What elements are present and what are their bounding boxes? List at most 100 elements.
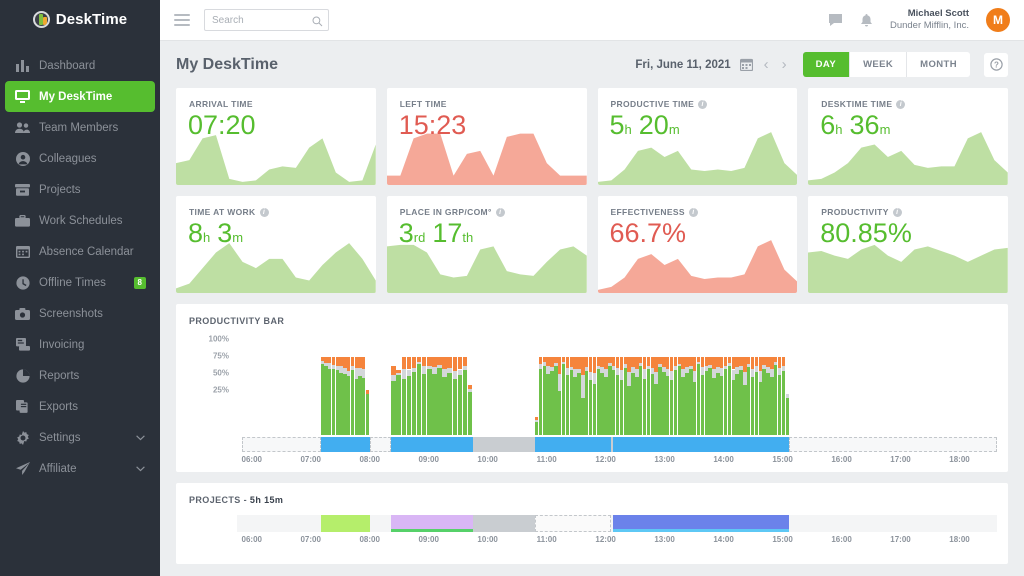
x-tick-label: 18:00	[949, 455, 969, 464]
project-segment-project[interactable]	[321, 515, 370, 532]
stat-value-2: 3	[217, 218, 232, 248]
stat-card-desktime-time[interactable]: DESKTIME TIMEi6h36m	[808, 88, 1008, 185]
camera-icon	[15, 306, 30, 321]
bar-segment	[782, 357, 785, 366]
bar-segment	[402, 379, 406, 435]
sidebar-item-offline-times[interactable]: Offline Times8	[5, 267, 155, 298]
productivity-bar[interactable]	[447, 357, 451, 435]
stat-value-row: 80.85%	[808, 217, 1008, 250]
bar-segment	[432, 367, 436, 374]
search-icon[interactable]	[312, 14, 323, 32]
chevron-right-icon[interactable]: ›	[780, 56, 789, 73]
stat-card-productivity[interactable]: PRODUCTIVITYi80.85%	[808, 196, 1008, 293]
productivity-bar[interactable]	[442, 357, 446, 435]
stat-card-place-in-grp-com[interactable]: PLACE IN GRP/COM°i3rd17th	[387, 196, 587, 293]
productivity-bar[interactable]	[427, 357, 431, 435]
timeline-segment-empty[interactable]	[370, 437, 392, 452]
info-icon[interactable]: i	[496, 208, 505, 217]
bar-segment	[447, 357, 451, 368]
stat-label: ARRIVAL TIME	[176, 88, 376, 109]
desktime-logo-icon	[33, 11, 50, 28]
project-segment-empty[interactable]	[242, 515, 321, 532]
timeline-segment-empty[interactable]	[242, 437, 321, 452]
timeline-segment-online[interactable]	[321, 437, 370, 452]
range-button-week[interactable]: WEEK	[850, 52, 907, 77]
user-info[interactable]: Michael Scott Dunder Mifflin, Inc.	[890, 8, 969, 32]
info-icon[interactable]: i	[698, 100, 707, 109]
project-segment-idle[interactable]	[473, 515, 535, 532]
stat-label: PRODUCTIVITYi	[808, 196, 1008, 217]
sidebar-item-screenshots[interactable]: Screenshots	[5, 298, 155, 329]
sidebar-item-projects[interactable]: Projects	[5, 174, 155, 205]
project-segment-empty[interactable]	[370, 515, 392, 532]
sidebar-item-my-desktime[interactable]: My DeskTime	[5, 81, 155, 112]
stat-card-time-at-work[interactable]: TIME AT WORKi8h3m	[176, 196, 376, 293]
stat-card-left-time[interactable]: LEFT TIME15:23	[387, 88, 587, 185]
productivity-bar[interactable]	[412, 357, 416, 435]
bar-segment	[396, 375, 400, 435]
sidebar-item-invoicing[interactable]: Invoicing	[5, 329, 155, 360]
range-button-day[interactable]: DAY	[803, 52, 850, 77]
project-segment-dashed[interactable]	[535, 515, 611, 532]
sidebar-item-exports[interactable]: Exports	[5, 391, 155, 422]
timeline-track[interactable]	[237, 437, 989, 452]
productivity-bar[interactable]	[417, 357, 421, 435]
timeline-segment-online[interactable]	[391, 437, 473, 452]
productivity-bar[interactable]	[786, 394, 789, 435]
sidebar-item-work-schedules[interactable]: Work Schedules	[5, 205, 155, 236]
project-segment-project[interactable]	[391, 515, 473, 532]
x-tick-label: 07:00	[300, 535, 320, 544]
productivity-bar[interactable]	[407, 357, 411, 435]
avatar[interactable]: M	[986, 8, 1010, 32]
bell-icon[interactable]	[860, 13, 873, 28]
x-tick-label: 13:00	[654, 455, 674, 464]
x-tick-label: 17:00	[890, 455, 910, 464]
search-input[interactable]	[204, 9, 329, 31]
sidebar-item-reports[interactable]: Reports	[5, 360, 155, 391]
stat-card-effectiveness[interactable]: EFFECTIVENESSi66.7%	[598, 196, 798, 293]
stat-card-productive-time[interactable]: PRODUCTIVE TIMEi5h20m	[598, 88, 798, 185]
info-icon[interactable]: i	[689, 208, 698, 217]
stat-value: 5	[610, 110, 625, 140]
range-button-month[interactable]: MONTH	[907, 52, 970, 77]
productivity-bar[interactable]	[463, 357, 467, 435]
x-tick-label: 13:00	[654, 535, 674, 544]
productivity-bar[interactable]	[396, 369, 400, 435]
productivity-bar[interactable]	[402, 357, 406, 435]
sidebar-item-label: Reports	[39, 370, 79, 382]
info-icon[interactable]: i	[893, 208, 902, 217]
productivity-bar[interactable]	[453, 357, 457, 435]
sidebar-badge: 8	[134, 277, 146, 289]
timeline-segment-empty[interactable]	[789, 437, 996, 452]
brand-logo-area[interactable]: DeskTime	[0, 0, 160, 41]
project-segment-project[interactable]	[613, 515, 789, 532]
project-segment-empty[interactable]	[789, 515, 996, 532]
question-mark-icon[interactable]: ?	[984, 53, 1008, 77]
stat-card-arrival-time[interactable]: ARRIVAL TIME07:20	[176, 88, 376, 185]
clock-icon	[15, 275, 30, 290]
sidebar-item-dashboard[interactable]: Dashboard	[5, 50, 155, 81]
productivity-bar[interactable]	[437, 357, 441, 435]
x-tick-label: 18:00	[949, 535, 969, 544]
sidebar-item-absence-calendar[interactable]: Absence Calendar	[5, 236, 155, 267]
productivity-bar[interactable]	[422, 357, 426, 435]
calendar-icon[interactable]	[740, 58, 753, 71]
productivity-bar[interactable]	[458, 357, 462, 435]
productivity-bar[interactable]	[468, 385, 472, 435]
projects-track[interactable]	[237, 515, 989, 532]
sidebar-item-affiliate[interactable]: Affiliate	[5, 453, 155, 484]
productivity-bar[interactable]	[432, 357, 436, 435]
hamburger-icon[interactable]	[174, 11, 190, 29]
info-icon[interactable]: i	[896, 100, 905, 109]
timeline-segment-online[interactable]	[613, 437, 789, 452]
timeline-segment-online[interactable]	[535, 437, 611, 452]
timeline-segment-idle[interactable]	[473, 437, 535, 452]
productivity-bar[interactable]	[366, 390, 369, 435]
chevron-left-icon[interactable]: ‹	[762, 56, 771, 73]
info-icon[interactable]: i	[260, 208, 269, 217]
chat-bubble-icon[interactable]	[828, 13, 843, 27]
sidebar-item-team-members[interactable]: Team Members	[5, 112, 155, 143]
productivity-bar[interactable]	[391, 366, 395, 435]
sidebar-item-colleagues[interactable]: Colleagues	[5, 143, 155, 174]
sidebar-item-settings[interactable]: Settings	[5, 422, 155, 453]
